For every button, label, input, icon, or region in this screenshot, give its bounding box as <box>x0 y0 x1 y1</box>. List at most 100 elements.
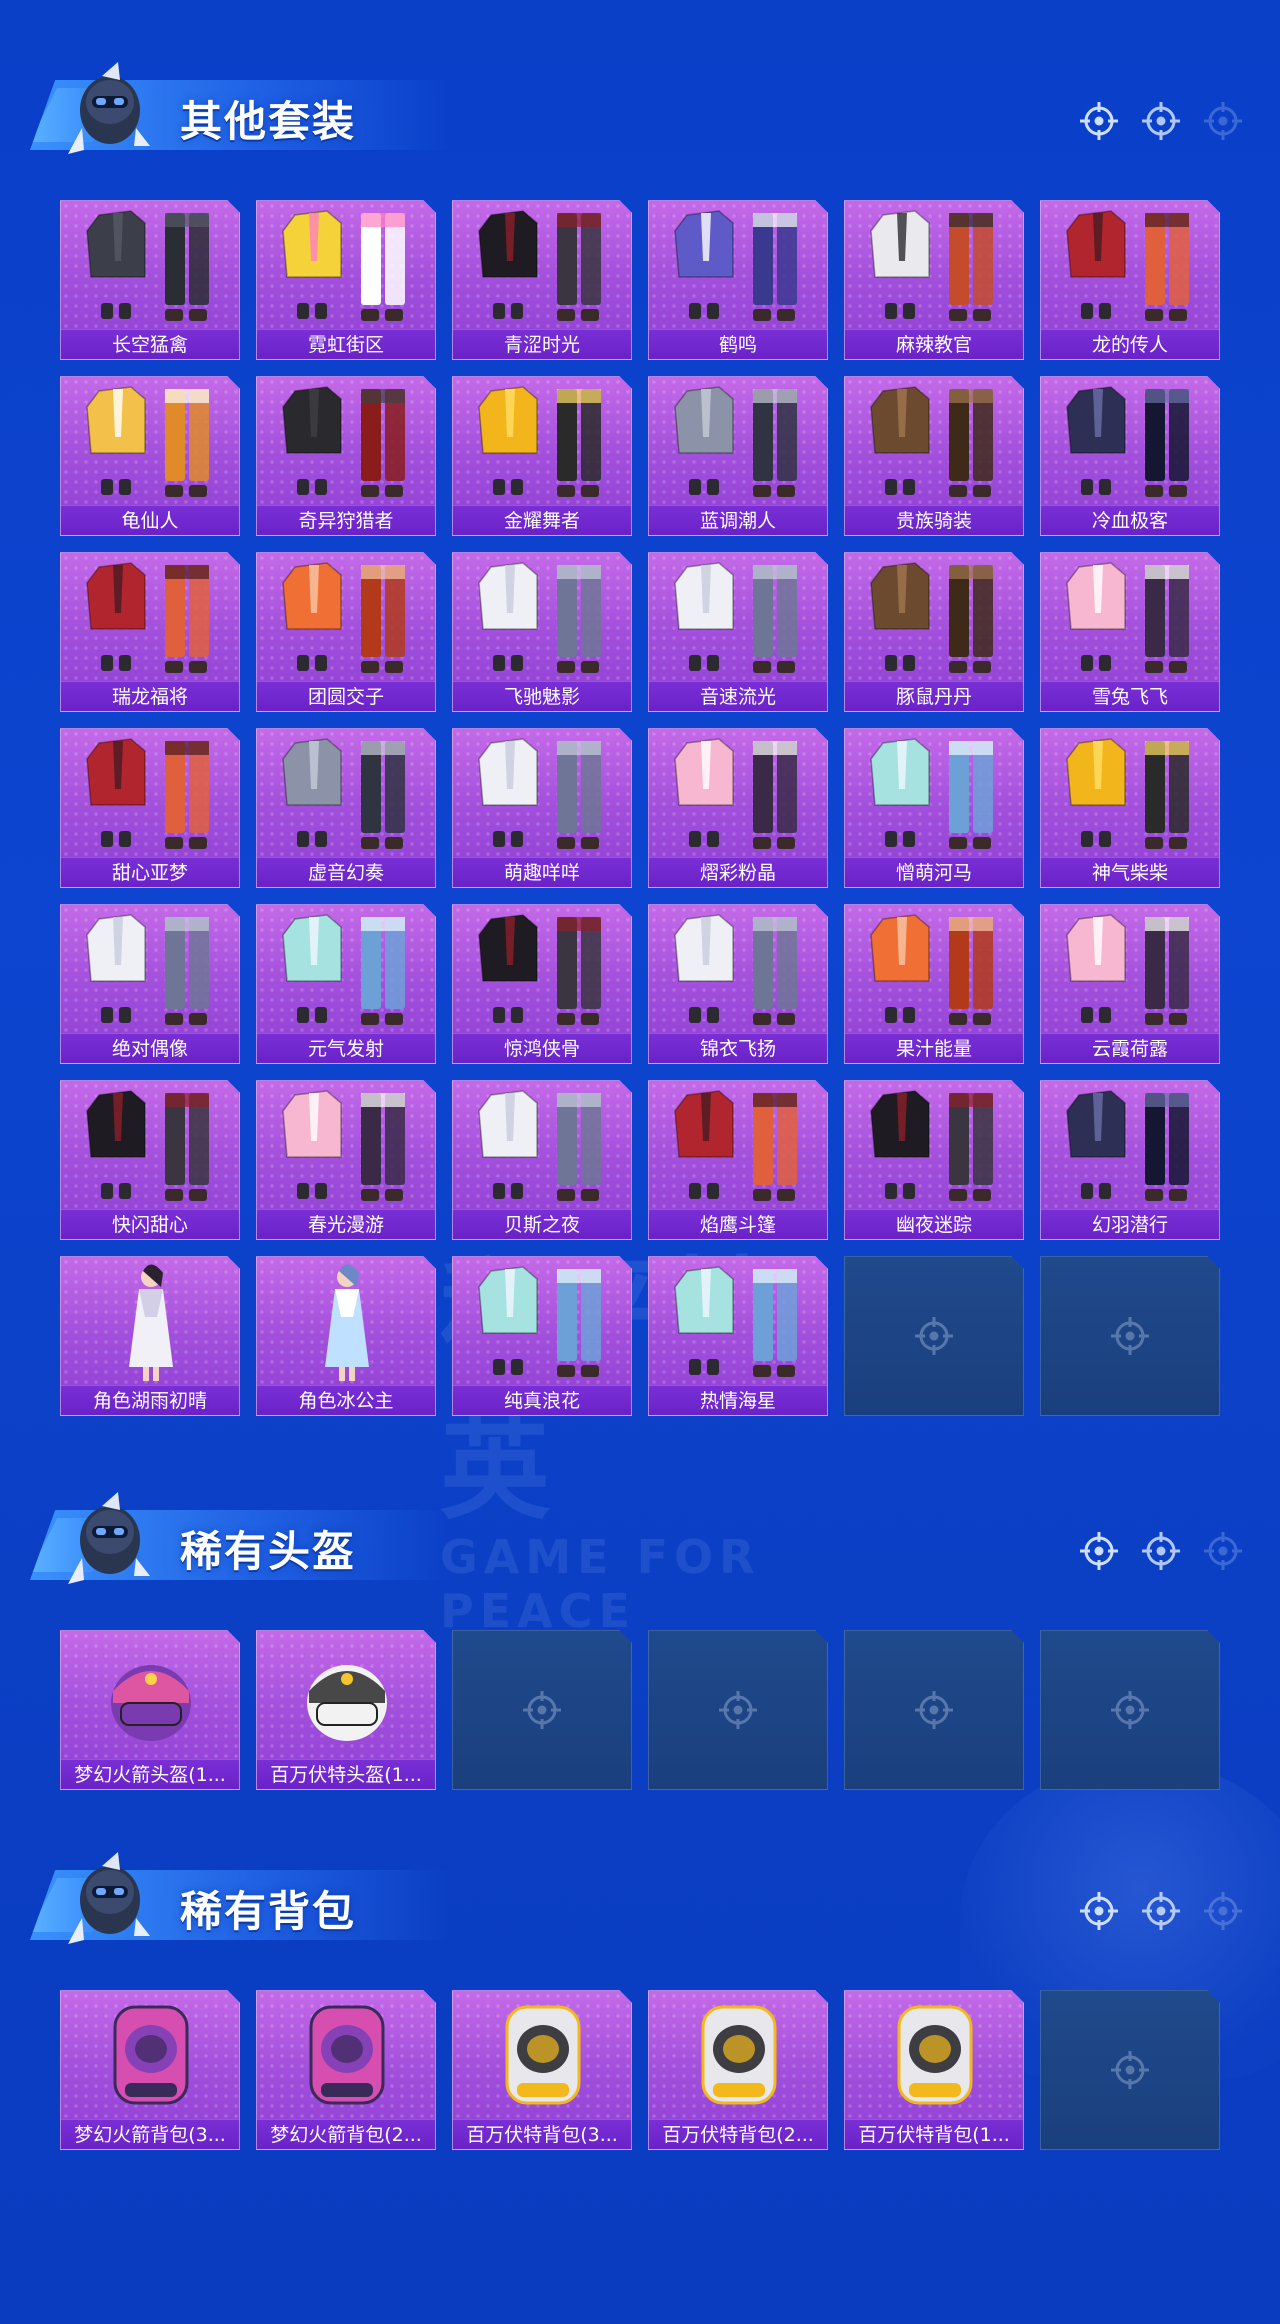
item-card[interactable]: 贵族骑装 <box>844 376 1024 536</box>
empty-slot <box>1040 1630 1220 1790</box>
item-name: 瑞龙福将 <box>61 681 239 711</box>
crosshair-icon <box>521 1689 565 1733</box>
crosshair-icon <box>1202 1530 1244 1572</box>
item-card[interactable]: 果汁能量 <box>844 904 1024 1064</box>
item-card[interactable]: 快闪甜心 <box>60 1080 240 1240</box>
item-image <box>257 377 436 505</box>
item-image <box>61 905 240 1033</box>
item-card[interactable]: 虚音幻奏 <box>256 728 436 888</box>
item-name: 果汁能量 <box>845 1033 1023 1063</box>
item-card[interactable]: 热情海星 <box>648 1256 828 1416</box>
item-card[interactable]: 青涩时光 <box>452 200 632 360</box>
item-card[interactable]: 百万伏特背包(2... <box>648 1990 828 2150</box>
item-card[interactable]: 角色冰公主 <box>256 1256 436 1416</box>
item-grid: 梦幻火箭头盔(1... 百万伏特头盔(1... <box>60 1630 1220 1790</box>
item-image <box>845 1081 1024 1209</box>
item-grid: 梦幻火箭背包(3... 梦幻火箭背包(2... 百万伏特背包(3... 百万伏特… <box>60 1990 1220 2150</box>
item-card[interactable]: 龟仙人 <box>60 376 240 536</box>
item-card[interactable]: 萌趣咩咩 <box>452 728 632 888</box>
item-card[interactable]: 惊鸿侠骨 <box>452 904 632 1064</box>
item-card[interactable]: 百万伏特头盔(1... <box>256 1630 436 1790</box>
item-image <box>845 553 1024 681</box>
item-card[interactable]: 纯真浪花 <box>452 1256 632 1416</box>
crosshair-icon <box>1078 1890 1120 1932</box>
section-header: 稀有头盔 <box>0 1430 1280 1584</box>
crosshair-icon <box>1109 1315 1153 1359</box>
item-card[interactable]: 梦幻火箭背包(3... <box>60 1990 240 2150</box>
item-card[interactable]: 瑞龙福将 <box>60 552 240 712</box>
item-card[interactable]: 龙的传人 <box>1040 200 1220 360</box>
item-name: 惊鸿侠骨 <box>453 1033 631 1063</box>
item-card[interactable]: 霓虹街区 <box>256 200 436 360</box>
item-name: 熠彩粉晶 <box>649 857 827 887</box>
crosshair-decor <box>1078 1530 1244 1572</box>
item-card[interactable]: 鹤鸣 <box>648 200 828 360</box>
item-card[interactable]: 梦幻火箭头盔(1... <box>60 1630 240 1790</box>
item-name: 青涩时光 <box>453 329 631 359</box>
item-grid: 长空猛禽 霓虹街区 青涩时光 鹤鸣 麻辣教官 龙的传人 龟仙人 奇异狩猎者 金耀… <box>60 200 1220 1416</box>
item-card[interactable]: 金耀舞者 <box>452 376 632 536</box>
crosshair-icon <box>1140 1890 1182 1932</box>
item-image <box>649 553 828 681</box>
item-image <box>453 553 632 681</box>
item-name: 冷血极客 <box>1041 505 1219 535</box>
item-card[interactable]: 音速流光 <box>648 552 828 712</box>
mascot-icon <box>62 1848 152 1952</box>
item-card[interactable]: 幽夜迷踪 <box>844 1080 1024 1240</box>
mascot-icon <box>62 58 152 162</box>
empty-slot <box>452 1630 632 1790</box>
item-card[interactable]: 甜心亚梦 <box>60 728 240 888</box>
crosshair-icon <box>1109 1689 1153 1733</box>
item-card[interactable]: 百万伏特背包(3... <box>452 1990 632 2150</box>
item-card[interactable]: 角色湖雨初晴 <box>60 1256 240 1416</box>
item-card[interactable]: 云霞荷露 <box>1040 904 1220 1064</box>
item-card[interactable]: 麻辣教官 <box>844 200 1024 360</box>
item-name: 麻辣教官 <box>845 329 1023 359</box>
item-card[interactable]: 憎萌河马 <box>844 728 1024 888</box>
item-card[interactable]: 团圆交子 <box>256 552 436 712</box>
item-card[interactable]: 元气发射 <box>256 904 436 1064</box>
crosshair-icon <box>1202 1890 1244 1932</box>
item-card[interactable]: 神气柴柴 <box>1040 728 1220 888</box>
item-image <box>61 1257 240 1385</box>
item-card[interactable]: 豚鼠丹丹 <box>844 552 1024 712</box>
crosshair-decor <box>1078 1890 1244 1932</box>
item-name: 长空猛禽 <box>61 329 239 359</box>
item-card[interactable]: 幻羽潜行 <box>1040 1080 1220 1240</box>
item-image <box>257 553 436 681</box>
item-name: 梦幻火箭背包(3... <box>61 2119 239 2149</box>
item-name: 贝斯之夜 <box>453 1209 631 1239</box>
item-card[interactable]: 百万伏特背包(1... <box>844 1990 1024 2150</box>
section-title: 其他套装 <box>180 97 357 146</box>
item-image <box>845 905 1024 1033</box>
section-outfits: 其他套装 长空猛禽 霓虹街区 青涩时光 鹤鸣 麻辣教官 龙的传人 龟仙人 奇异狩… <box>0 0 1280 1416</box>
item-card[interactable]: 贝斯之夜 <box>452 1080 632 1240</box>
item-card[interactable]: 冷血极客 <box>1040 376 1220 536</box>
item-card[interactable]: 春光漫游 <box>256 1080 436 1240</box>
item-name: 神气柴柴 <box>1041 857 1219 887</box>
item-name: 纯真浪花 <box>453 1385 631 1415</box>
item-card[interactable]: 梦幻火箭背包(2... <box>256 1990 436 2150</box>
item-card[interactable]: 雪兔飞飞 <box>1040 552 1220 712</box>
crosshair-icon <box>1078 1530 1120 1572</box>
item-card[interactable]: 绝对偶像 <box>60 904 240 1064</box>
item-card[interactable]: 飞驰魅影 <box>452 552 632 712</box>
crosshair-icon <box>913 1315 957 1359</box>
item-name: 锦衣飞扬 <box>649 1033 827 1063</box>
item-image <box>1041 553 1220 681</box>
item-name: 团圆交子 <box>257 681 435 711</box>
crosshair-icon <box>717 1689 761 1733</box>
item-image <box>453 1991 632 2119</box>
item-name: 云霞荷露 <box>1041 1033 1219 1063</box>
item-card[interactable]: 锦衣飞扬 <box>648 904 828 1064</box>
item-image <box>453 905 632 1033</box>
item-card[interactable]: 长空猛禽 <box>60 200 240 360</box>
item-card[interactable]: 奇异狩猎者 <box>256 376 436 536</box>
item-name: 百万伏特背包(1... <box>845 2119 1023 2149</box>
item-image <box>61 1991 240 2119</box>
item-card[interactable]: 蓝调潮人 <box>648 376 828 536</box>
item-card[interactable]: 熠彩粉晶 <box>648 728 828 888</box>
item-name: 霓虹街区 <box>257 329 435 359</box>
item-card[interactable]: 焰鹰斗篷 <box>648 1080 828 1240</box>
empty-slot <box>844 1256 1024 1416</box>
